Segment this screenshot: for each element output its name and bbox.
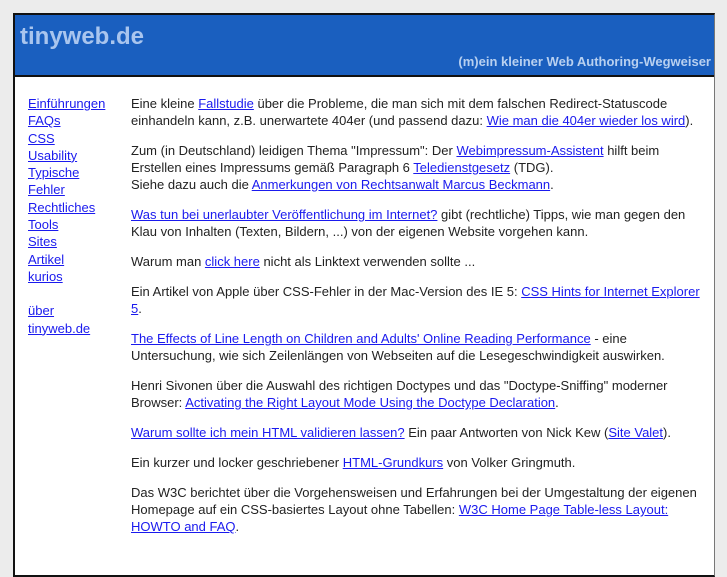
site-title: tinyweb.de bbox=[20, 23, 145, 50]
nav-link-kurios[interactable]: kurios bbox=[28, 268, 123, 285]
content-link[interactable]: Site Valet bbox=[608, 425, 663, 440]
content-link[interactable]: Wie man die 404er wieder los wird bbox=[487, 113, 686, 128]
text: Ein Artikel von Apple über CSS-Fehler in… bbox=[131, 284, 522, 299]
text: Siehe dazu auch die bbox=[131, 177, 252, 192]
content-link[interactable]: The Effects of Line Length on Children a… bbox=[131, 331, 591, 346]
content-link[interactable]: Webimpressum-Assistent bbox=[456, 143, 603, 158]
news-item: Ein kurzer und locker geschriebener HTML… bbox=[131, 454, 711, 471]
nav-link-einf-hrungen[interactable]: Einführungen bbox=[28, 95, 123, 112]
text: Zum (in Deutschland) leidigen Thema "Imp… bbox=[131, 143, 457, 158]
text: (TDG). bbox=[510, 160, 554, 175]
news-item: Was tun bei unerlaubter Veröffentlichung… bbox=[131, 206, 711, 240]
news-item: The Effects of Line Length on Children a… bbox=[131, 330, 711, 364]
content-link[interactable]: HTML-Grundkurs bbox=[343, 455, 443, 470]
text: . bbox=[235, 519, 240, 534]
news-item: Zum (in Deutschland) leidigen Thema "Imp… bbox=[131, 142, 711, 193]
text: Warum man bbox=[131, 254, 205, 269]
news-item: Warum sollte ich mein HTML validieren la… bbox=[131, 424, 711, 441]
text: Ein kurzer und locker geschriebener bbox=[131, 455, 343, 470]
news-item: Warum man click here nicht als Linktext … bbox=[131, 253, 711, 270]
text: nicht als Linktext verwenden sollte ... bbox=[259, 254, 476, 269]
nav-link-sites[interactable]: Sites bbox=[28, 233, 123, 250]
content-link[interactable]: Teledienstgesetz bbox=[413, 160, 510, 175]
news-item: Henri Sivonen über die Auswahl des richt… bbox=[131, 377, 711, 411]
nav-link-usability[interactable]: Usability bbox=[28, 147, 123, 164]
nav-link-rechtliches[interactable]: Rechtliches bbox=[28, 199, 123, 216]
main-content: Eine kleine Fallstudie über die Probleme… bbox=[131, 95, 711, 548]
text: Ein paar Antworten von Nick Kew ( bbox=[404, 425, 609, 440]
news-item: Ein Artikel von Apple über CSS-Fehler in… bbox=[131, 283, 711, 317]
site-header: tinyweb.de (m)ein kleiner Web Authoring-… bbox=[15, 15, 714, 77]
content-link[interactable]: Anmerkungen von Rechtsanwalt Marcus Beck… bbox=[252, 177, 550, 192]
nav-link-artikel[interactable]: Artikel bbox=[28, 251, 123, 268]
text: Eine kleine bbox=[131, 96, 199, 111]
site-subtitle: (m)ein kleiner Web Authoring-Wegweiser bbox=[458, 54, 711, 69]
page-container: tinyweb.de (m)ein kleiner Web Authoring-… bbox=[13, 13, 715, 577]
sidebar-nav: Einführungen FAQs CSS Usability Typische Fehl… bbox=[28, 95, 123, 337]
text: von Volker Gringmuth. bbox=[443, 455, 576, 470]
nav-link-fehler[interactable]: Fehler bbox=[28, 181, 123, 198]
content-link[interactable]: Warum sollte ich mein HTML validieren la… bbox=[131, 425, 405, 440]
nav-link-typische[interactable]: Typische bbox=[28, 164, 123, 181]
content-link[interactable]: click here bbox=[205, 254, 260, 269]
content-link[interactable]: Fallstudie bbox=[198, 96, 254, 111]
text: . bbox=[138, 301, 142, 316]
nav-link-tools[interactable]: Tools bbox=[28, 216, 123, 233]
text: . bbox=[555, 395, 559, 410]
nav-link-css[interactable]: CSS bbox=[28, 130, 123, 147]
content-link[interactable]: Activating the Right Layout Mode Using t… bbox=[185, 395, 555, 410]
text: . bbox=[550, 177, 554, 192]
nav-link-faqs[interactable]: FAQs bbox=[28, 112, 123, 129]
text: ). bbox=[685, 113, 694, 128]
news-item: Das W3C berichtet über die Vorgehensweis… bbox=[131, 484, 711, 535]
text: ). bbox=[663, 425, 671, 440]
content-link[interactable]: Was tun bei unerlaubter Veröffentlichung… bbox=[131, 207, 437, 222]
nav-link-about-1[interactable]: tinyweb.de bbox=[28, 320, 123, 337]
news-item: Eine kleine Fallstudie über die Probleme… bbox=[131, 95, 711, 129]
nav-link-about-0[interactable]: über bbox=[28, 302, 123, 319]
